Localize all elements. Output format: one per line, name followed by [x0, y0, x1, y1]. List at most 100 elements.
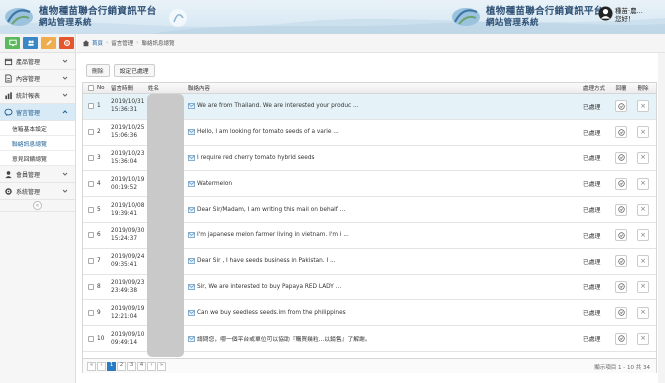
page-button[interactable]: 2 — [117, 361, 126, 371]
row-content[interactable]: I'm japanese melon farmer living in viet… — [188, 223, 578, 248]
delete-row-button[interactable]: × — [637, 203, 649, 216]
sidebar-item-system[interactable]: 系統管理 — [0, 183, 75, 200]
row-checkbox[interactable] — [88, 103, 94, 110]
row-content[interactable]: Hello, I am looking for tomato seeds of … — [188, 120, 578, 145]
view-reply-button[interactable] — [615, 151, 627, 164]
view-reply-button[interactable] — [615, 255, 627, 268]
user-name: 種苗·農... — [615, 7, 643, 15]
row-checkbox[interactable] — [88, 283, 94, 290]
row-checkbox[interactable] — [88, 154, 94, 161]
sidebar-item-messages[interactable]: 留言管理 — [0, 104, 75, 121]
row-content[interactable]: Can we buy seedless seeds.im from the ph… — [188, 300, 578, 325]
view-reply-button[interactable] — [615, 126, 627, 139]
user-menu[interactable]: 種苗·農... 您好！ — [598, 6, 643, 23]
row-content-text[interactable]: We are from Thailand. We are interested … — [197, 103, 359, 109]
delete-row-button[interactable]: × — [637, 126, 649, 139]
row-checkbox[interactable] — [88, 258, 94, 265]
view-reply-button[interactable] — [615, 177, 627, 190]
table-header: No 留言時間 姓名 聯絡內容 處理方式 回覆 刪除 — [83, 83, 656, 94]
page-button[interactable]: 1 — [107, 361, 116, 371]
select-all-checkbox[interactable] — [88, 85, 94, 91]
row-checkbox[interactable] — [88, 129, 94, 136]
row-content-text[interactable]: Can we buy seedless seeds.im from the ph… — [197, 310, 346, 316]
delete-button[interactable]: 刪除 — [86, 64, 110, 77]
row-content-text[interactable]: Dear Sir , I have seeds business in Paki… — [197, 258, 336, 264]
view-reply-button[interactable] — [615, 203, 627, 216]
delete-row-button[interactable]: × — [637, 255, 649, 268]
breadcrumb-separator: › — [106, 40, 109, 46]
view-reply-button[interactable] — [615, 306, 627, 319]
delete-row-button[interactable]: × — [637, 229, 649, 242]
users-quick-button[interactable] — [23, 37, 38, 49]
delete-row-button[interactable]: × — [637, 100, 649, 113]
view-reply-button[interactable] — [615, 332, 627, 345]
collapse-sidebar-icon[interactable]: « — [33, 201, 42, 210]
row-content[interactable]: I require red cherry tomato hybrid seeds — [188, 146, 578, 171]
circle-check-icon — [617, 206, 625, 213]
row-time: 12:21:04 — [111, 313, 138, 320]
page-button[interactable]: 3 — [127, 361, 136, 371]
view-reply-button[interactable] — [615, 229, 627, 242]
row-select-cell — [87, 94, 95, 119]
breadcrumb-home[interactable]: 首頁 — [92, 39, 103, 47]
mail-icon — [188, 206, 195, 213]
sidebar-item-members[interactable]: 會員管理 — [0, 166, 75, 183]
row-content[interactable]: Watermelon — [188, 171, 578, 196]
row-datetime: 2019/09/30 15:24:37 — [111, 223, 147, 248]
header-content[interactable]: 聯絡內容 — [188, 83, 568, 93]
header-status[interactable]: 處理方式 — [583, 83, 613, 93]
monitor-icon — [8, 39, 17, 47]
chevron-up-icon — [62, 110, 68, 114]
sidebar-collapse: « — [0, 200, 75, 212]
edit-quick-button[interactable] — [41, 37, 56, 49]
row-status: 已處理 — [583, 311, 601, 318]
row-content[interactable]: Dear Sir , I have seeds business in Paki… — [188, 249, 578, 274]
sidebar-subitem-feedback-overview[interactable]: 意見回饋總覽 — [0, 151, 75, 166]
row-no: 10 — [97, 335, 105, 342]
row-checkbox[interactable] — [88, 335, 94, 342]
settings-quick-button[interactable] — [59, 37, 74, 49]
row-checkbox[interactable] — [88, 180, 94, 187]
prev-page-button[interactable]: ‹ — [97, 361, 106, 371]
header-name[interactable]: 姓名 — [148, 83, 182, 93]
breadcrumb-level1[interactable]: 留言管理 — [111, 39, 133, 47]
sidebar-subitem-mail-settings[interactable]: 信箱基本設定 — [0, 121, 75, 136]
sidebar-item-products[interactable]: 產品管理 — [0, 53, 75, 70]
delete-row-button[interactable]: × — [637, 151, 649, 164]
chat-icon — [4, 108, 13, 117]
row-content-text[interactable]: I'm japanese melon farmer living in viet… — [197, 232, 349, 238]
page-scrollbar[interactable] — [658, 53, 665, 383]
row-content[interactable]: 請問您，哪一個平台或單位可以協助『購買幾粒...以銷售』了解謝。 — [188, 326, 578, 351]
sidebar-item-content[interactable]: 內容管理 — [0, 70, 75, 87]
row-content-text[interactable]: Dear Sir/Madam, I am writing this mail o… — [197, 207, 345, 213]
row-content-text[interactable]: Sir, We are interested to buy Papaya RED… — [197, 284, 341, 290]
row-checkbox[interactable] — [88, 206, 94, 213]
row-content[interactable]: Dear Sir/Madam, I am writing this mail o… — [188, 197, 578, 222]
delete-row-button[interactable]: × — [637, 280, 649, 293]
row-content-text[interactable]: I require red cherry tomato hybrid seeds — [197, 155, 315, 161]
sidebar-item-label: 系統管理 — [16, 188, 41, 196]
row-content[interactable]: We are from Thailand. We are interested … — [188, 94, 578, 119]
mark-processed-button[interactable]: 設定已處理 — [113, 64, 155, 77]
view-reply-button[interactable] — [615, 280, 627, 293]
first-page-button[interactable]: « — [87, 361, 96, 371]
page-button[interactable]: 4 — [137, 361, 146, 371]
row-content[interactable]: Sir, We are interested to buy Papaya RED… — [188, 275, 578, 300]
home-icon — [82, 40, 90, 47]
monitor-quick-button[interactable] — [5, 37, 20, 49]
header-view: 回覆 — [615, 86, 627, 92]
sidebar-item-reports[interactable]: 統計報表 — [0, 87, 75, 104]
row-checkbox[interactable] — [88, 232, 94, 239]
delete-row-button[interactable]: × — [637, 177, 649, 190]
view-reply-button[interactable] — [615, 100, 627, 113]
delete-row-button[interactable]: × — [637, 306, 649, 319]
last-page-button[interactable]: » — [157, 361, 166, 371]
row-checkbox[interactable] — [88, 309, 94, 316]
row-content-text[interactable]: 請問您，哪一個平台或單位可以協助『購買幾粒...以銷售』了解謝。 — [197, 334, 371, 343]
row-content-text[interactable]: Watermelon — [197, 181, 232, 187]
delete-row-button[interactable]: × — [637, 332, 649, 345]
next-page-button[interactable]: › — [147, 361, 156, 371]
sidebar-subitem-contact-overview[interactable]: 聯絡訊息總覽 — [0, 136, 75, 151]
row-content-text[interactable]: Hello, I am looking for tomato seeds of … — [197, 129, 339, 135]
header-date[interactable]: 留言時間 — [111, 83, 145, 93]
